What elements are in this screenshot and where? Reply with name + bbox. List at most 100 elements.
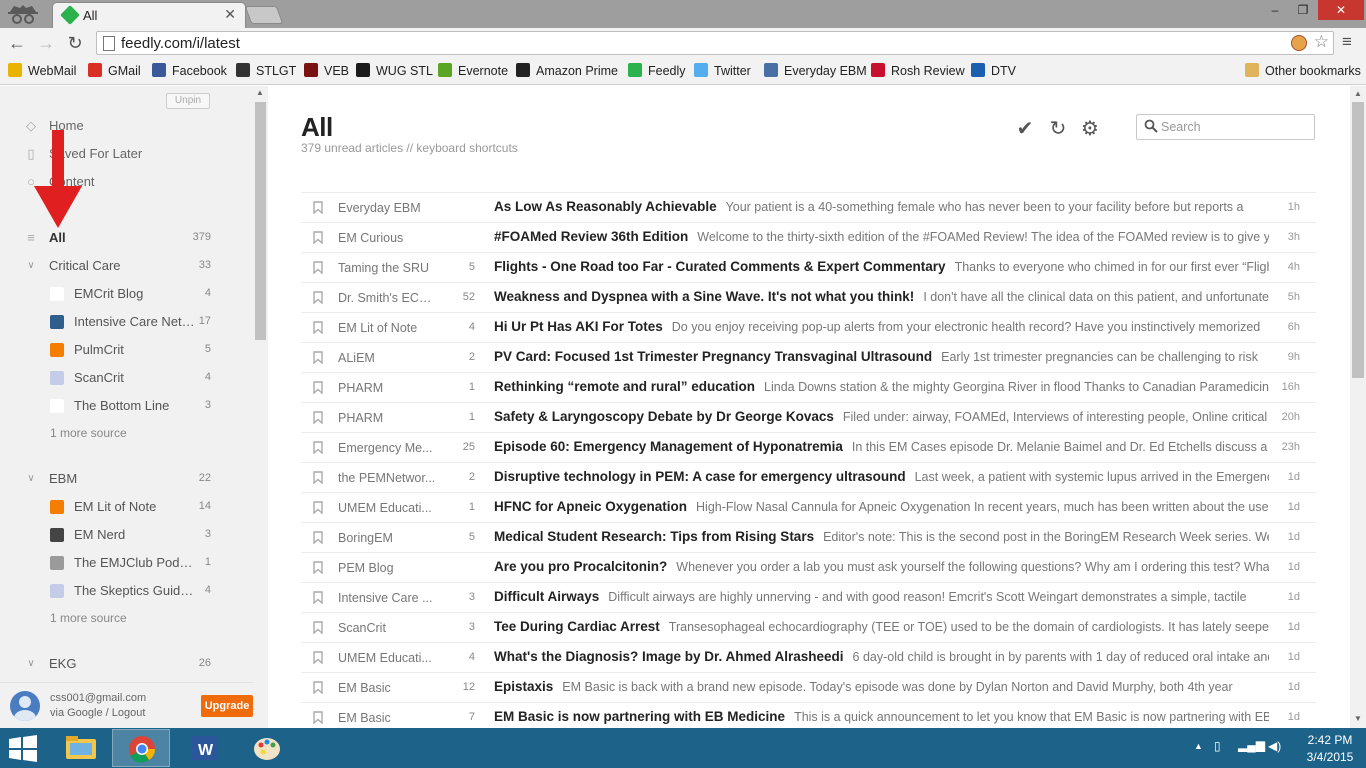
- bookmark-everyday-ebm[interactable]: Everyday EBM: [764, 63, 867, 78]
- article-row[interactable]: UMEM Educati... 1 HFNC for Apneic Oxygenat…: [301, 492, 1316, 522]
- bookmark-rosh-review[interactable]: Rosh Review: [871, 63, 965, 78]
- bookmark-amazon-prime[interactable]: Amazon Prime: [516, 63, 618, 78]
- save-for-later-icon[interactable]: [313, 321, 323, 334]
- scroll-down-icon[interactable]: ▼: [1354, 714, 1362, 723]
- article-content[interactable]: Epistaxis EM Basic is back with a brand n…: [494, 679, 1269, 694]
- article-content[interactable]: Rethinking “remote and rural” education L…: [494, 379, 1269, 394]
- article-content[interactable]: What's the Diagnosis? Image by Dr. Ahmed…: [494, 649, 1269, 664]
- article-source[interactable]: EM Basic: [338, 711, 438, 725]
- show-hidden-icons-icon[interactable]: ▲: [1194, 741, 1203, 751]
- sidebar-feed[interactable]: Intensive Care Network 17: [0, 308, 253, 336]
- windows-start-icon[interactable]: [8, 735, 38, 762]
- sidebar-feed[interactable]: The EMJClub Podcast 1: [0, 549, 253, 577]
- save-for-later-icon[interactable]: [313, 441, 323, 454]
- bookmark-stlgt[interactable]: STLGT: [236, 63, 296, 78]
- bookmark-evernote[interactable]: Evernote: [438, 63, 508, 78]
- back-icon[interactable]: ←: [6, 32, 28, 54]
- article-content[interactable]: Hi Ur Pt Has AKI For Totes Do you enjoy r…: [494, 319, 1269, 334]
- article-source[interactable]: Emergency Me...: [338, 441, 438, 455]
- article-row[interactable]: EM Basic 12 Epistaxis EM Basic is back with…: [301, 672, 1316, 702]
- article-content[interactable]: PV Card: Focused 1st Trimester Pregnancy…: [494, 349, 1269, 364]
- article-content[interactable]: As Low As Reasonably Achievable Your pati…: [494, 199, 1269, 214]
- save-for-later-icon[interactable]: [313, 561, 323, 574]
- article-source[interactable]: PHARM: [338, 411, 438, 425]
- article-row[interactable]: Everyday EBM As Low As Reasonably Achieva…: [301, 192, 1316, 222]
- article-source[interactable]: ScanCrit: [338, 621, 438, 635]
- scrollbar-thumb[interactable]: [255, 102, 266, 340]
- sidebar-feed[interactable]: The Bottom Line 3: [0, 392, 253, 420]
- page-scrollbar[interactable]: ▲ ▼: [1350, 86, 1366, 728]
- bookmark-gmail[interactable]: GMail: [88, 63, 141, 78]
- save-for-later-icon[interactable]: [313, 471, 323, 484]
- article-content[interactable]: Flights - One Road too Far - Curated Com…: [494, 259, 1269, 274]
- tab-close-icon[interactable]: ✕: [224, 6, 236, 23]
- article-title[interactable]: Disruptive technology in PEM: A case for…: [494, 469, 906, 484]
- save-for-later-icon[interactable]: [313, 621, 323, 634]
- search-box[interactable]: [1136, 114, 1315, 140]
- article-row[interactable]: the PEMNetwor... 2 Disruptive technology i…: [301, 462, 1316, 492]
- word-icon[interactable]: W: [176, 729, 234, 767]
- logout-link[interactable]: via Google / Logout: [50, 707, 145, 719]
- save-for-later-icon[interactable]: [313, 651, 323, 664]
- url-text[interactable]: feedly.com/i/latest: [121, 35, 240, 52]
- save-for-later-icon[interactable]: [313, 201, 323, 214]
- unpin-button[interactable]: Unpin: [166, 93, 210, 109]
- article-row[interactable]: ALiEM 2 PV Card: Focused 1st Trimester Pre…: [301, 342, 1316, 372]
- chevron-down-icon[interactable]: ∨: [24, 259, 38, 273]
- bookmark-wug-stl[interactable]: WUG STL: [356, 63, 433, 78]
- article-row[interactable]: EM Basic 7 EM Basic is now partnering with…: [301, 702, 1316, 728]
- article-source[interactable]: Intensive Care ...: [338, 591, 438, 605]
- bookmark-twitter[interactable]: Twitter: [694, 63, 751, 78]
- article-content[interactable]: HFNC for Apneic Oxygenation High-Flow Nas…: [494, 499, 1269, 514]
- sidebar-feed[interactable]: EMCrit Blog 4: [0, 280, 253, 308]
- article-title[interactable]: Epistaxis: [494, 679, 553, 694]
- article-source[interactable]: Everyday EBM: [338, 201, 438, 215]
- avatar[interactable]: [10, 691, 40, 721]
- article-title[interactable]: What's the Diagnosis? Image by Dr. Ahmed…: [494, 649, 844, 664]
- chrome-taskbar-icon[interactable]: [112, 729, 170, 767]
- bookmark-facebook[interactable]: Facebook: [152, 63, 227, 78]
- save-for-later-icon[interactable]: [313, 591, 323, 604]
- save-for-later-icon[interactable]: [313, 531, 323, 544]
- article-title[interactable]: EM Basic is now partnering with EB Medic…: [494, 709, 785, 724]
- refresh-icon[interactable]: ↻: [1047, 118, 1069, 140]
- article-content[interactable]: Medical Student Research: Tips from Risi…: [494, 529, 1269, 544]
- article-title[interactable]: Difficult Airways: [494, 589, 599, 604]
- window-close-button[interactable]: ✕: [1318, 0, 1364, 20]
- window-maximize-button[interactable]: ❐: [1290, 0, 1316, 20]
- bookmark-star-icon[interactable]: ☆: [1314, 32, 1329, 52]
- scroll-up-icon[interactable]: ▲: [256, 88, 264, 97]
- chrome-menu-icon[interactable]: ≡: [1342, 32, 1360, 54]
- sidebar-category-ekg[interactable]: ∨ EKG 26: [0, 650, 253, 678]
- article-source[interactable]: EM Basic: [338, 681, 438, 695]
- article-content[interactable]: Safety & Laryngoscopy Debate by Dr Georg…: [494, 409, 1269, 424]
- article-row[interactable]: Intensive Care ... 3 Difficult Airways Diff…: [301, 582, 1316, 612]
- more-sources-link[interactable]: 1 more source: [0, 420, 253, 448]
- article-content[interactable]: Are you pro Procalcitonin? Whenever you o…: [494, 559, 1269, 574]
- bookmark-other-bookmarks[interactable]: Other bookmarks: [1245, 63, 1361, 78]
- sidebar-feed[interactable]: ScanCrit 4: [0, 364, 253, 392]
- save-for-later-icon[interactable]: [313, 381, 323, 394]
- new-tab-button[interactable]: [244, 6, 284, 24]
- gear-icon[interactable]: ⚙: [1079, 118, 1101, 140]
- article-source[interactable]: UMEM Educati...: [338, 501, 438, 515]
- article-title[interactable]: #FOAMed Review 36th Edition: [494, 229, 688, 244]
- window-minimize-button[interactable]: –: [1262, 0, 1288, 20]
- article-source[interactable]: EM Curious: [338, 231, 438, 245]
- article-content[interactable]: Episode 60: Emergency Management of Hypo…: [494, 439, 1269, 454]
- save-for-later-icon[interactable]: [313, 411, 323, 424]
- scrollbar-thumb[interactable]: [1352, 102, 1364, 378]
- save-for-later-icon[interactable]: [313, 351, 323, 364]
- article-row[interactable]: Taming the SRU 5 Flights - One Road too Fa…: [301, 252, 1316, 282]
- article-row[interactable]: EM Curious #FOAMed Review 36th Edition Wel…: [301, 222, 1316, 252]
- article-content[interactable]: Tee During Cardiac Arrest Transesophageal…: [494, 619, 1269, 634]
- article-row[interactable]: Dr. Smith's ECG... 52 Weakness and Dyspnea…: [301, 282, 1316, 312]
- more-sources-link[interactable]: 1 more source: [0, 605, 253, 633]
- save-for-later-icon[interactable]: [313, 291, 323, 304]
- article-content[interactable]: EM Basic is now partnering with EB Medic…: [494, 709, 1269, 724]
- article-title[interactable]: Weakness and Dyspnea with a Sine Wave. I…: [494, 289, 914, 304]
- sidebar-feed[interactable]: The Skeptics Guide to EM 4: [0, 577, 253, 605]
- upgrade-button[interactable]: Upgrade: [201, 695, 253, 717]
- article-source[interactable]: EM Lit of Note: [338, 321, 438, 335]
- file-explorer-icon[interactable]: [52, 729, 110, 767]
